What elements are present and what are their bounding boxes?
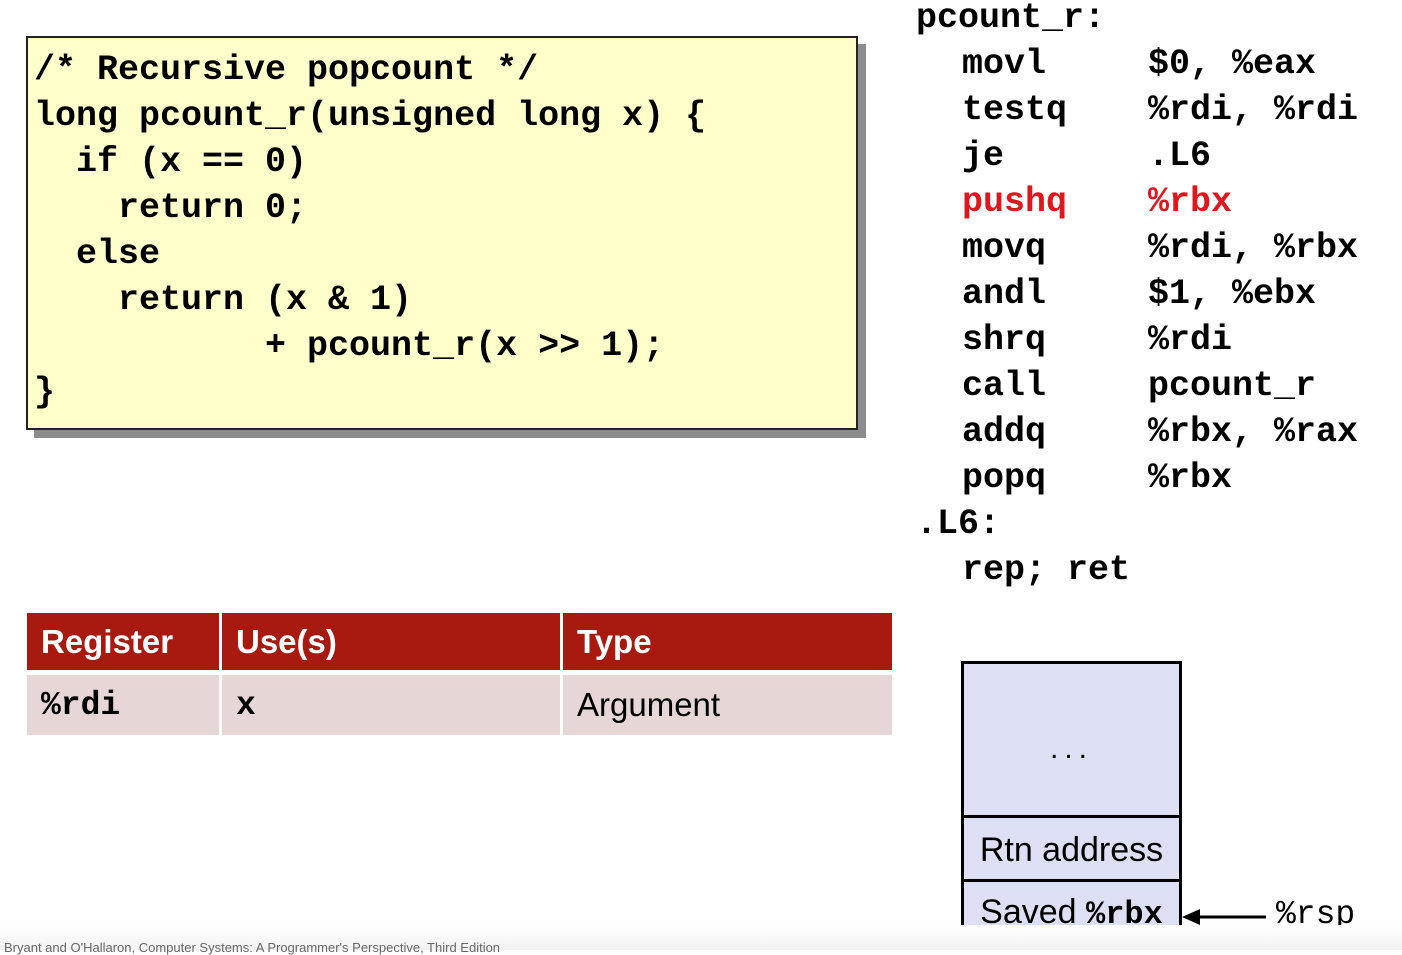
asm-args: $0, %eax bbox=[1148, 44, 1317, 84]
stack-cell-return-address: Rtn address bbox=[964, 818, 1179, 882]
table-row: %rdi x Argument bbox=[27, 675, 892, 735]
c-code-box: /* Recursive popcount */ long pcount_r(u… bbox=[26, 36, 858, 430]
table-header-row: Register Use(s) Type bbox=[27, 613, 892, 675]
code-line-close-brace: } bbox=[34, 372, 56, 412]
code-line-else: else bbox=[34, 234, 161, 274]
asm-args: .L6 bbox=[1148, 136, 1212, 176]
asm-args: %rbx, %rax bbox=[1148, 412, 1359, 452]
code-line-comment: /* Recursive popcount */ bbox=[34, 50, 539, 90]
asm-args-highlighted: %rbx bbox=[1148, 182, 1233, 222]
column-header-type: Type bbox=[563, 613, 892, 675]
register-table: Register Use(s) Type %rdi x Argument bbox=[24, 613, 895, 735]
cell-register: %rdi bbox=[27, 675, 219, 735]
asm-op: movl bbox=[962, 44, 1047, 84]
asm-rep-ret: rep; ret bbox=[962, 550, 1131, 590]
asm-op: call bbox=[962, 366, 1047, 406]
asm-args: pcount_r bbox=[1148, 366, 1317, 406]
code-line-signature: long pcount_r(unsigned long x) { bbox=[34, 96, 707, 136]
asm-op: shrq bbox=[962, 320, 1047, 360]
asm-op: je bbox=[962, 136, 1005, 176]
asm-op: addq bbox=[962, 412, 1047, 452]
footer-citation: Bryant and O'Hallaron, Computer Systems:… bbox=[4, 940, 501, 955]
asm-args: %rdi, %rbx bbox=[1148, 228, 1359, 268]
asm-op: andl bbox=[962, 274, 1047, 314]
asm-args: %rdi bbox=[1148, 320, 1233, 360]
asm-op: movq bbox=[962, 228, 1047, 268]
cell-use: x bbox=[222, 675, 560, 735]
asm-args: %rdi, %rdi bbox=[1148, 90, 1359, 130]
asm-args: %rbx bbox=[1148, 458, 1233, 498]
code-line-return-expr: return (x & 1) bbox=[34, 280, 413, 320]
code-line-return-zero: return 0; bbox=[34, 188, 308, 228]
asm-op-highlighted: pushq bbox=[962, 182, 1068, 222]
code-line-recursive-call: + pcount_r(x >> 1); bbox=[34, 326, 665, 366]
column-header-register: Register bbox=[27, 613, 219, 675]
asm-l6-label: .L6: bbox=[916, 504, 1001, 544]
stack-cell-ellipsis: ... bbox=[964, 664, 1179, 818]
asm-op: popq bbox=[962, 458, 1047, 498]
cell-type: Argument bbox=[563, 675, 892, 735]
column-header-uses: Use(s) bbox=[222, 613, 560, 675]
asm-func-label: pcount_r: bbox=[916, 0, 1106, 38]
code-line-if: if (x == 0) bbox=[34, 142, 308, 182]
asm-op: testq bbox=[962, 90, 1068, 130]
asm-args: $1, %ebx bbox=[1148, 274, 1317, 314]
stack-diagram: ... Rtn address Saved %rbx bbox=[961, 661, 1182, 945]
